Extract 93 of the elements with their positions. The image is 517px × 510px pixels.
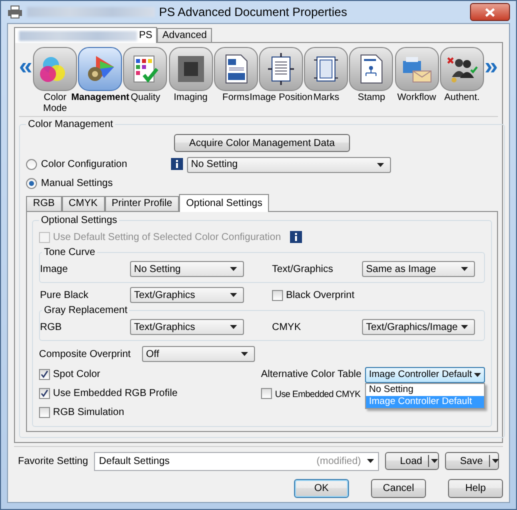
halftone-icon xyxy=(178,56,204,82)
checkbox[interactable] xyxy=(261,388,272,399)
tab[interactable]: RGB xyxy=(26,196,62,211)
printer-mail-icon xyxy=(402,57,432,82)
page-position-icon xyxy=(267,52,295,86)
field-label: Text/Graphics xyxy=(272,264,334,274)
caret-icon xyxy=(230,293,237,297)
dropdown[interactable]: No Setting xyxy=(187,156,391,172)
checkbox[interactable] xyxy=(39,407,50,418)
caret-icon xyxy=(230,325,237,329)
category-label: Imaging xyxy=(174,92,208,103)
users-icon xyxy=(446,57,478,82)
dialog-button[interactable]: Cancel xyxy=(371,479,426,498)
radio-label: Color Configuration xyxy=(41,159,128,170)
caret-icon xyxy=(367,459,374,463)
category-button[interactable] xyxy=(259,47,304,91)
tab[interactable]: Advanced xyxy=(157,28,212,42)
checkbox-label: Use Embedded CMYK xyxy=(275,388,360,398)
field-label: CMYK xyxy=(272,322,302,332)
dropdown[interactable]: Text/Graphics/Image xyxy=(362,319,475,335)
field-label: Composite Overprint xyxy=(39,348,132,360)
info-icon[interactable] xyxy=(171,158,183,170)
category-label: Stamp xyxy=(358,92,386,103)
favorite-setting-combobox[interactable]: Default Settings (modified) xyxy=(94,452,379,470)
color-chart-icon xyxy=(134,56,159,83)
category-label: Forms xyxy=(222,92,250,103)
radio-label: Manual Settings xyxy=(41,178,114,189)
dialog-button[interactable]: Help xyxy=(448,479,503,498)
dropdown[interactable]: Off xyxy=(142,346,255,362)
group-title: Color Management xyxy=(27,119,114,130)
checkbox[interactable] xyxy=(39,388,50,399)
checkbox[interactable] xyxy=(272,290,283,300)
save-button[interactable]: Save xyxy=(445,452,499,470)
category-button[interactable] xyxy=(168,47,213,91)
field-label: Favorite Setting xyxy=(18,456,88,466)
category-label: Quality xyxy=(130,92,160,103)
checkbox-label: Use Embedded RGB Profile xyxy=(53,388,178,399)
tab[interactable]: Optional Settings xyxy=(179,194,270,212)
checkbox-label: Black Overprint xyxy=(286,290,354,300)
category-label: Workflow xyxy=(397,92,436,103)
document-icon xyxy=(225,54,248,84)
dropdown[interactable]: Same as Image xyxy=(362,261,475,277)
category-button[interactable] xyxy=(440,47,484,91)
dropdown[interactable]: Text/Graphics xyxy=(130,319,244,335)
dropdown-option[interactable]: No Setting xyxy=(366,384,484,396)
printer-icon xyxy=(7,5,23,19)
dropdown[interactable]: Image Controller Default xyxy=(365,366,485,382)
document-icon xyxy=(360,54,383,84)
caret-icon xyxy=(461,267,468,271)
field-label: Pure Black xyxy=(40,290,90,300)
checkbox-label: RGB Simulation xyxy=(53,407,124,418)
scroll-right-button[interactable]: » xyxy=(484,56,498,78)
caret-icon xyxy=(474,372,481,376)
field-label: RGB xyxy=(40,322,63,332)
crop-marks-icon xyxy=(314,56,339,82)
window-title: PS Advanced Document Properties xyxy=(159,5,348,19)
close-icon xyxy=(485,8,495,16)
tab[interactable]: Printer Profile xyxy=(104,196,180,211)
caret-icon xyxy=(492,459,499,463)
dialog-button[interactable]: OK xyxy=(294,479,349,498)
close-button[interactable] xyxy=(470,3,510,21)
category-label: Management xyxy=(71,92,130,103)
field-label: Image xyxy=(40,264,69,274)
color-circles-icon xyxy=(40,57,66,82)
radio-button[interactable] xyxy=(26,178,37,189)
checkbox[interactable] xyxy=(39,369,50,380)
caret-icon xyxy=(431,459,438,463)
category-button[interactable] xyxy=(349,47,394,91)
gear-icon xyxy=(88,56,114,81)
radio-button[interactable] xyxy=(26,159,37,170)
category-button[interactable] xyxy=(214,47,258,91)
dropdown[interactable]: No Setting xyxy=(130,261,244,277)
caret-icon xyxy=(230,267,237,271)
group-title: Gray Replacement xyxy=(43,305,128,316)
caret-icon xyxy=(461,325,468,329)
group-title: Tone Curve xyxy=(43,247,96,258)
caret-icon xyxy=(241,352,248,356)
dropdown[interactable]: Text/Graphics xyxy=(130,287,244,303)
acquire-button[interactable]: Acquire Color Management Data xyxy=(174,134,350,152)
group-title: Optional Settings xyxy=(40,215,118,226)
info-icon[interactable] xyxy=(290,231,302,243)
scroll-left-button[interactable]: « xyxy=(19,56,32,78)
tab[interactable]: CMYK xyxy=(62,196,105,211)
load-button[interactable]: Load xyxy=(385,452,439,470)
checkbox-label: Use Default Setting of Selected Color Configuration xyxy=(53,232,281,243)
field-label: Alternative Color Table xyxy=(261,369,362,380)
caret-icon xyxy=(377,162,384,166)
checkbox-label: Spot Color xyxy=(53,369,100,380)
tab[interactable]: PS xyxy=(14,27,158,43)
category-label: Marks xyxy=(313,92,340,103)
category-label: Image Position xyxy=(250,92,312,103)
category-button[interactable] xyxy=(304,47,348,91)
category-label: Authent. xyxy=(444,92,480,103)
